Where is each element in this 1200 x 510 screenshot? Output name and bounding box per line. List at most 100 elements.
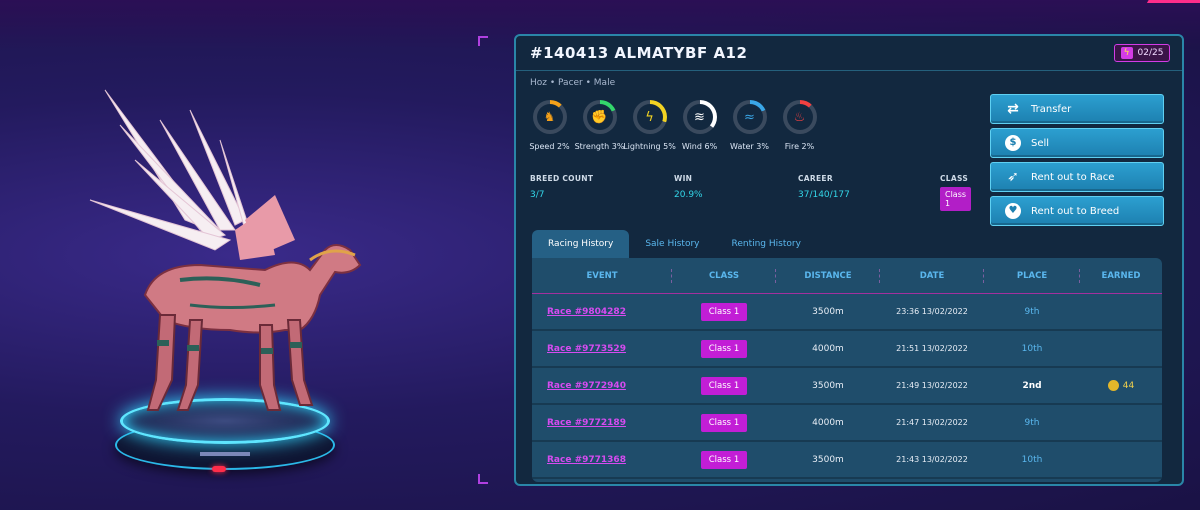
date-cell: 21:49 13/02/2022 <box>896 381 968 390</box>
tab-sale-history[interactable]: Sale History <box>629 230 715 258</box>
stat-fire: ♨ Fire 2% <box>778 100 821 151</box>
stats-row: ♞ Speed 2% ✊ Strength 3% ϟ Lightning 5% ≋ Wind … <box>528 100 821 151</box>
action-label: Rent out to Race <box>1031 171 1115 183</box>
fire-icon: ♨ <box>786 104 813 130</box>
stat-ring: ♞ <box>532 100 567 134</box>
stat-label: Strength 3% <box>574 142 625 151</box>
fist-icon: ✊ <box>586 104 613 130</box>
horse-meta: Hoz • Pacer • Male <box>530 78 616 88</box>
distance-cell: 4000m <box>812 417 844 428</box>
class-cell: Class 1 <box>672 376 776 395</box>
date-cell: 21:43 13/02/2022 <box>896 455 968 464</box>
place-cell: 9th <box>1024 306 1040 317</box>
wind-icon: ≋ <box>686 104 713 130</box>
history-tabs: Racing History Sale History Renting Histor… <box>532 230 817 258</box>
corner-bracket <box>478 36 488 46</box>
class-badge: Class 1 <box>700 376 748 395</box>
breed-count-label: BREED COUNT <box>530 174 594 183</box>
column-header-date: DATE <box>880 268 984 283</box>
distance-cell: 4000m <box>812 343 844 354</box>
race-link[interactable]: Race #9804282 <box>532 307 672 317</box>
class-cell: Class 1 <box>672 413 776 432</box>
energy-value: 02/25 <box>1137 48 1164 58</box>
stat-label: Water 3% <box>730 142 769 151</box>
dollar-icon: $ <box>1005 135 1021 151</box>
race-link[interactable]: Race #9772940 <box>532 381 672 391</box>
stat-ring: ≋ <box>682 100 717 134</box>
rent-out-to-breed-button[interactable]: ♥ Rent out to Breed <box>990 196 1164 226</box>
race-link[interactable]: Race #9771368 <box>532 455 672 465</box>
table-row: Race #9772189 Class 1 4000m 21:47 13/02/202… <box>532 405 1162 442</box>
action-label: Transfer <box>1031 103 1072 115</box>
sell-button[interactable]: $ Sell <box>990 128 1164 158</box>
stat-ring: ✊ <box>582 100 617 134</box>
bolt-icon: ϟ <box>1120 47 1133 59</box>
energy-counter: ϟ 02/25 <box>1114 44 1170 62</box>
stat-label: Speed 2% <box>529 142 570 151</box>
table-row: Race #9804282 Class 1 3500m 23:36 13/02/202… <box>532 294 1162 331</box>
transfer-icon: ⇄ <box>1007 101 1019 117</box>
stat-ring: ϟ <box>632 100 667 134</box>
place-cell: 2nd <box>1022 380 1042 391</box>
race-link[interactable]: Race #9773529 <box>532 344 672 354</box>
horse-icon: ♞ <box>536 104 563 130</box>
tab-racing-history[interactable]: Racing History <box>532 230 630 258</box>
tab-renting-history[interactable]: Renting History <box>715 230 816 258</box>
win-label: WIN <box>674 174 693 183</box>
class-cell: Class 1 <box>672 450 776 469</box>
class-badge: Class 1 <box>700 450 748 469</box>
class-badge: Class 1 <box>940 187 972 211</box>
breed-count-value: 3/7 <box>530 190 545 200</box>
rent-out-to-race-button[interactable]: ➶ Rent out to Race <box>990 162 1164 192</box>
column-header-class: CLASS <box>672 268 776 283</box>
column-header-earned: EARNED <box>1101 270 1141 281</box>
stat-ring: ≈ <box>732 100 767 134</box>
transfer-button[interactable]: ⇄ Transfer <box>990 94 1164 124</box>
racing-history-table: EVENT CLASS DISTANCE DATE PLACE EARNED Race #… <box>532 258 1162 482</box>
horse-display <box>60 80 390 480</box>
breed-count: BREED COUNT 3/7 <box>530 174 593 200</box>
class-info: CLASS Class 1 <box>940 174 972 211</box>
class-badge: Class 1 <box>700 302 748 321</box>
table-header: EVENT CLASS DISTANCE DATE PLACE EARNED <box>532 258 1162 294</box>
class-cell: Class 1 <box>672 302 776 321</box>
class-badge: Class 1 <box>700 339 748 358</box>
stat-label: Wind 6% <box>681 142 718 151</box>
stat-fist: ✊ Strength 3% <box>575 100 624 151</box>
water-icon: ≈ <box>736 104 763 130</box>
platform-light <box>212 466 226 472</box>
action-label: Sell <box>1031 137 1050 149</box>
table-row: Race #9772940 Class 1 3500m 21:49 13/02/202… <box>532 368 1162 405</box>
horse-title: #140413 ALMATYBF A12 <box>530 44 748 62</box>
stat-label: Fire 2% <box>784 142 815 151</box>
date-cell: 23:36 13/02/2022 <box>896 307 968 316</box>
column-header-event: EVENT <box>532 268 672 283</box>
distance-cell: 3500m <box>812 380 844 391</box>
corner-bracket <box>478 474 488 484</box>
table-row: Race #9773529 Class 1 4000m 21:51 13/02/202… <box>532 331 1162 368</box>
column-header-place: PLACE <box>984 268 1080 283</box>
platform-label-plate <box>200 452 250 456</box>
heart-icon: ♥ <box>1005 203 1021 219</box>
class-label: CLASS <box>940 174 969 183</box>
lightning-icon: ϟ <box>636 104 663 130</box>
career-label: CAREER <box>798 174 833 183</box>
stat-water: ≈ Water 3% <box>728 100 771 151</box>
earned-value: 44 <box>1122 381 1135 391</box>
date-cell: 21:51 13/02/2022 <box>896 344 968 353</box>
distance-cell: 3500m <box>812 454 844 465</box>
stat-label: Lightning 5% <box>623 142 676 151</box>
race-link[interactable]: Race #9772189 <box>532 418 672 428</box>
coin-icon <box>1107 380 1119 391</box>
career: CAREER 37/140/177 <box>798 174 850 200</box>
title-divider <box>516 70 1182 71</box>
place-cell: 9th <box>1024 417 1040 428</box>
stat-wind: ≋ Wind 6% <box>678 100 721 151</box>
race-icon: ➶ <box>1007 169 1019 185</box>
info-row: BREED COUNT 3/7 WIN 20.9% CAREER 37/140/… <box>530 174 972 211</box>
distance-cell: 3500m <box>812 306 844 317</box>
stat-ring: ♨ <box>782 100 817 134</box>
class-badge: Class 1 <box>700 413 748 432</box>
stat-horse: ♞ Speed 2% <box>528 100 571 151</box>
earned-cell: 44 <box>1080 380 1162 391</box>
